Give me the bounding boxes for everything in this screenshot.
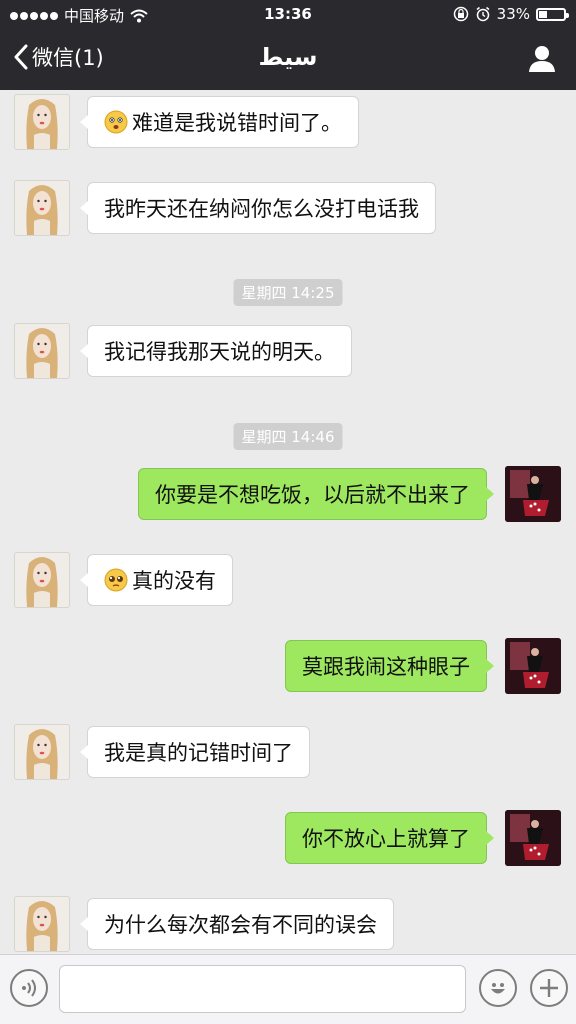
message-text: 我是真的记错时间了: [104, 741, 293, 765]
my-avatar[interactable]: [505, 466, 561, 522]
orientation-lock-icon: [453, 6, 468, 22]
contact-avatar[interactable]: [14, 724, 70, 780]
my-avatar[interactable]: [505, 638, 561, 694]
nav-bar: 微信(1) سيط: [0, 30, 576, 90]
battery-percent: 33%: [496, 5, 530, 23]
battery-fill: [539, 10, 547, 18]
message-bubble[interactable]: 难道是我说错时间了。: [80, 96, 359, 148]
my-avatar[interactable]: [505, 810, 561, 866]
timestamp: 星期四 14:25: [233, 279, 343, 306]
timestamp: 星期四 14:46: [233, 423, 343, 450]
surprised-emoji-icon: [104, 110, 128, 134]
message-text: 莫跟我闹这种眼子: [302, 655, 470, 679]
voice-button[interactable]: [10, 969, 48, 1007]
chat-info-button[interactable]: [528, 44, 556, 76]
status-bar: 中国移动 13:36 33%: [0, 0, 576, 30]
pleading-emoji-icon: [104, 568, 128, 592]
message-text: 你要是不想吃饭，以后就不出来了: [155, 483, 470, 507]
message-text: 我记得我那天说的明天。: [104, 340, 335, 364]
contact-avatar[interactable]: [14, 180, 70, 236]
message-bubble[interactable]: 莫跟我闹这种眼子: [285, 640, 494, 692]
contact-avatar[interactable]: [14, 896, 70, 952]
message-text: 你不放心上就算了: [302, 827, 470, 851]
message-bubble[interactable]: 你不放心上就算了: [285, 812, 494, 864]
message-text: 真的没有: [132, 569, 216, 593]
message-text: 难道是我说错时间了。: [132, 111, 342, 135]
message-text: 我昨天还在纳闷你怎么没打电话我: [104, 197, 419, 221]
message-input[interactable]: [59, 965, 466, 1013]
voice-icon: [22, 979, 36, 997]
message-bubble[interactable]: 我昨天还在纳闷你怎么没打电话我: [80, 182, 436, 234]
message-bubble[interactable]: 为什么每次都会有不同的误会: [80, 898, 394, 950]
chat-title: سيط: [258, 43, 318, 71]
message-text: 为什么每次都会有不同的误会: [104, 913, 377, 937]
contact-avatar[interactable]: [14, 94, 70, 150]
message-bubble[interactable]: 我是真的记错时间了: [80, 726, 310, 778]
contact-avatar[interactable]: [14, 323, 70, 379]
battery-icon: [536, 7, 569, 21]
plus-icon: [540, 979, 558, 997]
alarm-icon: [476, 6, 490, 22]
contact-avatar[interactable]: [14, 552, 70, 608]
message-list[interactable]: 难道是我说错时间了。 我昨天还在纳闷你怎么没打电话我 星期四 14:25 我记得…: [0, 90, 576, 954]
person-icon: [529, 46, 555, 72]
message-bubble[interactable]: 我记得我那天说的明天。: [80, 325, 352, 377]
more-button[interactable]: [530, 969, 568, 1007]
input-bar: [0, 954, 576, 1024]
message-bubble[interactable]: 真的没有: [80, 554, 233, 606]
message-bubble[interactable]: 你要是不想吃饭，以后就不出来了: [138, 468, 494, 520]
emoji-button[interactable]: [479, 969, 517, 1007]
smiley-icon: [491, 983, 505, 994]
status-right: 33%: [453, 5, 569, 23]
